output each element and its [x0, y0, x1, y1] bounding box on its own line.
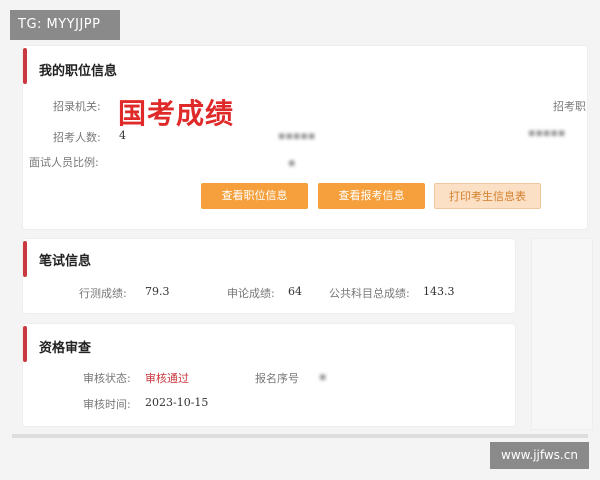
redacted-text: ▪	[319, 370, 327, 383]
time-value: 2023-10-15	[145, 396, 209, 409]
status-label: 审核状态:	[83, 372, 131, 385]
divider	[12, 434, 588, 438]
section-accent-bar	[23, 241, 27, 277]
interview-ratio-label: 面试人员比例:	[29, 156, 99, 169]
view-application-button[interactable]: 查看报考信息	[318, 183, 425, 209]
recruit-org-label: 招录机关:	[53, 100, 101, 113]
redacted-text: ▪▪▪▪▪	[278, 129, 316, 142]
watermark-top: TG: MYYJJPP	[10, 10, 120, 40]
score-label-xingce: 行测成绩:	[79, 287, 127, 300]
section-accent-bar	[23, 326, 27, 362]
section-title-position: 我的职位信息	[39, 64, 118, 79]
recruit-count-label: 招考人数:	[53, 131, 101, 144]
score-label-shenlun: 申论成绩:	[227, 287, 275, 300]
section-title-qualification: 资格审查	[39, 341, 92, 356]
time-label: 审核时间:	[83, 398, 131, 411]
watermark-bottom: www.jjfws.cn	[490, 442, 589, 469]
side-panel	[531, 238, 593, 430]
score-value-shenlun: 64	[288, 285, 302, 298]
redacted-text: ▪	[288, 156, 296, 169]
view-position-button[interactable]: 查看职位信息	[201, 183, 308, 209]
score-value-total: 143.3	[423, 285, 455, 298]
score-value-xingce: 79.3	[145, 285, 170, 298]
redacted-text: ▪▪▪▪▪	[528, 126, 566, 139]
section-title-written: 笔试信息	[39, 254, 92, 269]
print-info-button[interactable]: 打印考生信息表	[434, 183, 541, 209]
right-label-1: 招考职	[553, 100, 586, 113]
section-accent-bar	[23, 48, 27, 84]
written-exam-card: 笔试信息 行测成绩: 79.3 申论成绩: 64 公共科目总成绩: 143.3	[22, 238, 516, 314]
stamp-text: 国考成绩	[118, 97, 235, 130]
qualification-card: 资格审查 审核状态: 审核通过 报名序号 ▪ 审核时间: 2023-10-15	[22, 323, 516, 427]
serial-label: 报名序号	[255, 372, 299, 385]
status-badge: 审核通过	[145, 372, 189, 385]
score-label-total: 公共科目总成绩:	[329, 287, 410, 300]
